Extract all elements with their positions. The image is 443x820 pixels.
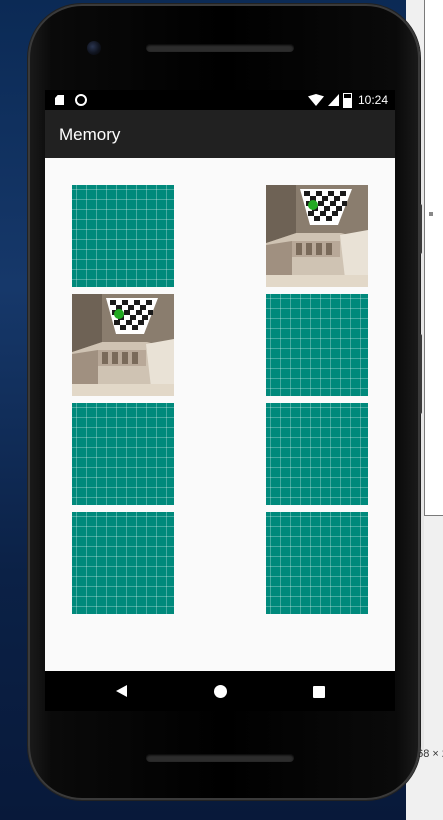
memory-card[interactable] (72, 185, 174, 287)
top-speaker (146, 44, 294, 52)
memory-card[interactable] (266, 512, 368, 614)
ceiling-photo-icon (72, 294, 174, 396)
background-window-panel (424, 0, 443, 516)
navigation-bar (45, 671, 395, 711)
screen: 10:24 Memory (45, 90, 395, 671)
recents-icon[interactable] (313, 686, 325, 698)
battery-charging-icon (343, 93, 352, 108)
power-button[interactable] (418, 204, 422, 254)
ceiling-photo-icon (266, 185, 368, 287)
signal-icon (328, 94, 339, 106)
wifi-icon (308, 94, 324, 106)
status-time: 10:24 (358, 93, 389, 107)
memory-board (45, 158, 395, 671)
app-bar: Memory (45, 110, 395, 158)
background-window-marker (429, 212, 433, 216)
memory-card[interactable] (266, 403, 368, 505)
sd-card-icon (55, 95, 64, 105)
memory-card[interactable] (266, 185, 368, 287)
volume-button[interactable] (418, 334, 422, 414)
home-icon[interactable] (214, 685, 227, 698)
back-icon[interactable] (116, 685, 127, 697)
status-bar: 10:24 (45, 90, 395, 110)
memory-card[interactable] (72, 403, 174, 505)
memory-card[interactable] (72, 294, 174, 396)
sync-icon (75, 94, 87, 106)
front-camera-icon (87, 41, 101, 55)
memory-card[interactable] (266, 294, 368, 396)
bottom-speaker (146, 754, 294, 762)
memory-card[interactable] (72, 512, 174, 614)
app-title: Memory (59, 125, 121, 144)
